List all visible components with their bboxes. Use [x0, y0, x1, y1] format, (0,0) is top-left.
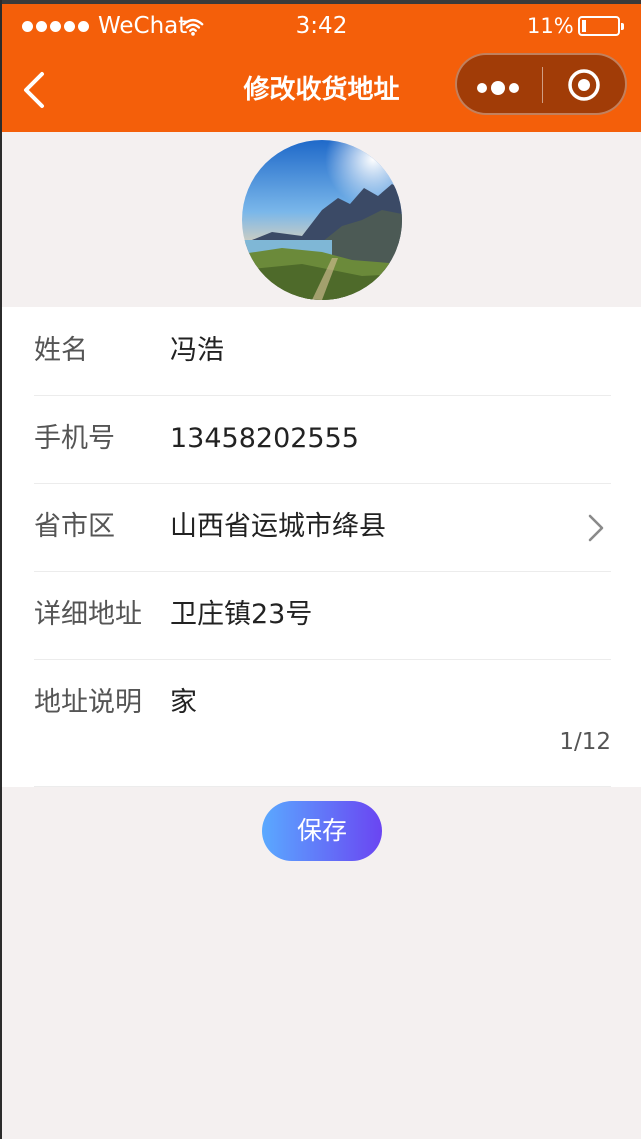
- battery-level-fill: [582, 20, 586, 32]
- battery-icon: [578, 16, 624, 36]
- phone-field[interactable]: 13458202555: [170, 419, 359, 459]
- save-button[interactable]: 保存: [262, 801, 382, 861]
- form-row-address-note: 地址说明 家 1/12: [34, 659, 611, 787]
- region-label: 省市区: [34, 511, 115, 542]
- avatar-section: [2, 132, 641, 307]
- name-label: 姓名: [34, 335, 88, 366]
- capsule-divider: [542, 67, 543, 103]
- battery-percentage: 11%: [527, 14, 574, 38]
- chevron-right-icon: [588, 514, 604, 542]
- phone-label: 手机号: [34, 423, 115, 454]
- address-note-label: 地址说明: [34, 687, 142, 718]
- address-form: 姓名 冯浩 手机号 13458202555 省市区 山西省运城市绛县 详细地址 …: [2, 307, 641, 787]
- detail-address-label: 详细地址: [34, 599, 142, 630]
- top-navigation-bar: WeChat 3:42 11% 修改收货地址: [2, 0, 641, 132]
- form-row-region[interactable]: 省市区 山西省运城市绛县: [34, 483, 611, 572]
- address-note-textarea[interactable]: 家: [170, 683, 197, 723]
- mini-program-capsule: [455, 53, 627, 115]
- character-counter: 1/12: [559, 729, 611, 755]
- more-dots-icon[interactable]: [477, 77, 527, 95]
- target-circle-icon[interactable]: [567, 68, 601, 102]
- form-row-phone: 手机号 13458202555: [34, 395, 611, 484]
- avatar[interactable]: [242, 140, 402, 300]
- name-field[interactable]: 冯浩: [170, 331, 224, 371]
- region-picker[interactable]: 山西省运城市绛县: [170, 507, 386, 547]
- status-bar: WeChat 3:42 11%: [2, 8, 641, 44]
- form-row-name: 姓名 冯浩: [34, 307, 611, 396]
- detail-address-field[interactable]: 卫庄镇23号: [170, 595, 312, 635]
- form-row-detail-address: 详细地址 卫庄镇23号: [34, 571, 611, 660]
